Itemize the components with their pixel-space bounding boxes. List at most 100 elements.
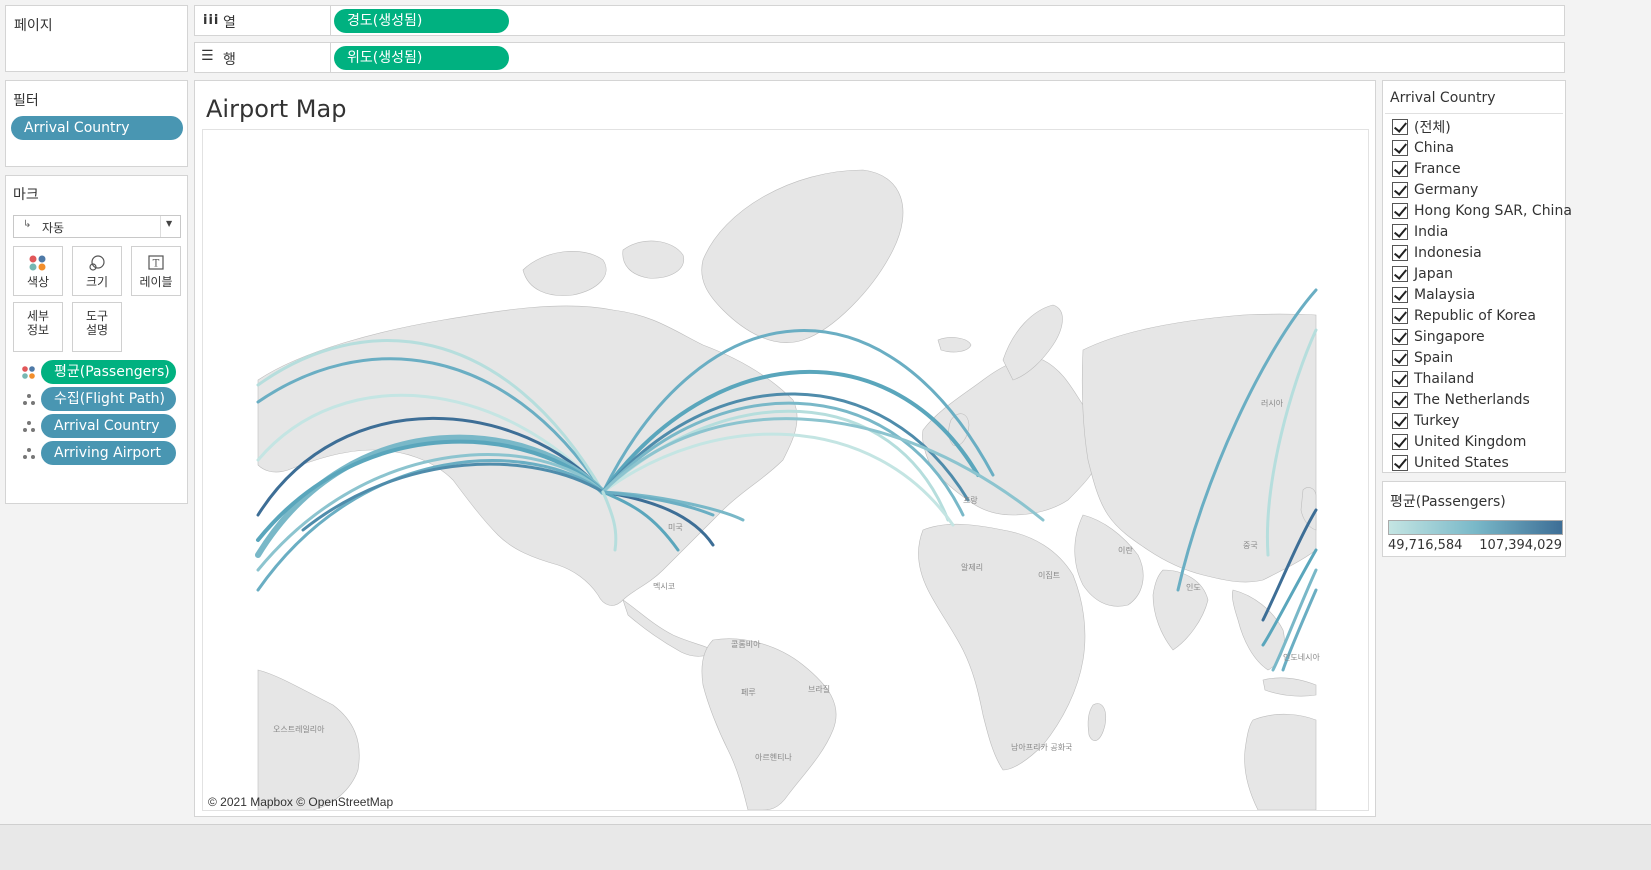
tooltip-button-label-1: 도구 [85, 309, 109, 323]
filter-option-hong-kong[interactable]: Hong Kong SAR, China [1392, 201, 1572, 221]
map-label-algeria: 알제리 [961, 562, 983, 572]
map-label-india: 인도 [1186, 582, 1201, 592]
map-label-russia: 러시아 [1261, 398, 1284, 408]
latitude-pill[interactable]: 위도(생성됨) [334, 46, 509, 70]
mark-field-arrival-country[interactable]: Arrival Country [41, 414, 176, 438]
checkbox[interactable] [1392, 161, 1408, 177]
map-label-iran: 이란 [1118, 545, 1133, 555]
map-label-argentina: 아르헨티나 [755, 752, 792, 762]
columns-divider [330, 6, 331, 35]
map-attribution[interactable]: © 2021 Mapbox © OpenStreetMap [208, 795, 393, 809]
filter-option-all[interactable]: (전체) [1392, 117, 1451, 137]
filter-option-indonesia[interactable]: Indonesia [1392, 243, 1482, 263]
color-button[interactable]: 색상 [13, 246, 63, 296]
checkbox[interactable] [1392, 371, 1408, 387]
mark-type-value: 자동 [42, 221, 65, 235]
map-label-france: 프랑 [963, 495, 978, 505]
checkbox[interactable] [1392, 182, 1408, 198]
detail-dots-icon [23, 421, 35, 432]
checkbox[interactable] [1392, 140, 1408, 156]
bottom-tab-strip [0, 824, 1651, 870]
checkbox[interactable] [1392, 329, 1408, 345]
detail-dots-icon [23, 394, 35, 405]
rows-shelf[interactable]: ☰ 행 위도(생성됨) [194, 42, 1565, 73]
map-label-peru: 페루 [741, 687, 756, 697]
color-dots-icon [29, 255, 46, 271]
map-label-mexico: 멕시코 [653, 581, 675, 591]
checkbox[interactable] [1392, 203, 1408, 219]
tooltip-button[interactable]: 도구 설명 [72, 302, 122, 352]
filter-option-singapore[interactable]: Singapore [1392, 327, 1485, 347]
label-button[interactable]: T 레이블 [131, 246, 181, 296]
map-label-indonesia: 인도네시아 [1283, 652, 1320, 662]
text-label-icon: T [148, 255, 164, 270]
color-legend-card: 평균(Passengers) 49,716,584 107,394,029 [1382, 481, 1566, 557]
filter-card-divider [1385, 113, 1563, 114]
map-label-egypt: 이집트 [1038, 570, 1060, 580]
color-legend-ramp[interactable] [1388, 520, 1563, 535]
checkbox[interactable] [1392, 413, 1408, 429]
world-map[interactable]: 러시아 중국 인도 이란 이집트 알제리 프랑 멕시코 미국 페루 브라질 콜롬… [203, 130, 1368, 810]
filters-title: 필터 [13, 93, 39, 109]
map-frame[interactable]: 러시아 중국 인도 이란 이집트 알제리 프랑 멕시코 미국 페루 브라질 콜롬… [202, 129, 1369, 811]
chevron-down-icon: ▼ [166, 219, 173, 228]
checkbox[interactable] [1392, 266, 1408, 282]
columns-label: 열 [223, 15, 236, 31]
filter-option-thailand[interactable]: Thailand [1392, 369, 1474, 389]
filter-option-turkey[interactable]: Turkey [1392, 411, 1460, 431]
rows-divider [330, 43, 331, 72]
map-label-brazil: 브라질 [808, 685, 830, 694]
filters-card[interactable]: 필터 Arrival Country [5, 80, 188, 167]
marks-card[interactable]: 마크 ↳ 자동 ▼ 색상 크기 T 레이블 세부 정보 도구 설명 평균(Pas… [5, 175, 188, 504]
mark-field-arriving-airport[interactable]: Arriving Airport [41, 441, 176, 465]
checkbox[interactable] [1392, 119, 1408, 135]
marks-title: 마크 [13, 187, 39, 203]
view-panel: Airport Map 러시아 중국 인도 이란 이집트 알제리 프랑 멕시코 … [194, 80, 1376, 817]
filter-option-united-kingdom[interactable]: United Kingdom [1392, 432, 1526, 452]
mark-type-dropdown[interactable]: ↳ 자동 ▼ [13, 215, 181, 238]
filter-option-japan[interactable]: Japan [1392, 264, 1453, 284]
tooltip-button-label-2: 설명 [85, 323, 109, 337]
color-legend-min: 49,716,584 [1388, 538, 1463, 553]
checkbox[interactable] [1392, 287, 1408, 303]
checkbox[interactable] [1392, 308, 1408, 324]
map-label-china: 중국 [1243, 541, 1258, 550]
filter-pill-arrival-country[interactable]: Arrival Country [11, 116, 183, 140]
mark-type-divider [160, 216, 161, 237]
filter-option-korea[interactable]: Republic of Korea [1392, 306, 1536, 326]
checkbox[interactable] [1392, 224, 1408, 240]
size-button-label: 크기 [85, 275, 109, 289]
filter-option-china[interactable]: China [1392, 138, 1454, 158]
color-dots-icon [22, 366, 35, 379]
rows-icon: ☰ [201, 48, 214, 64]
filter-option-netherlands[interactable]: The Netherlands [1392, 390, 1530, 410]
checkbox[interactable] [1392, 392, 1408, 408]
filter-option-united-states[interactable]: United States [1392, 453, 1509, 473]
filter-option-germany[interactable]: Germany [1392, 180, 1478, 200]
map-label-usa: 미국 [668, 523, 683, 532]
mark-field-flight-path[interactable]: 수집(Flight Path) [41, 387, 176, 411]
checkbox[interactable] [1392, 245, 1408, 261]
filter-card-title: Arrival Country [1390, 90, 1496, 106]
detail-button-label-1: 세부 [26, 309, 50, 323]
columns-shelf[interactable]: iii 열 경도(생성됨) [194, 5, 1565, 36]
longitude-pill[interactable]: 경도(생성됨) [334, 9, 509, 33]
view-title: Airport Map [206, 95, 347, 123]
detail-button[interactable]: 세부 정보 [13, 302, 63, 352]
size-icon [89, 255, 105, 271]
detail-button-label-2: 정보 [26, 323, 50, 337]
mark-field-passengers[interactable]: 평균(Passengers) [41, 360, 176, 384]
filter-option-france[interactable]: France [1392, 159, 1461, 179]
map-label-south-africa: 남아프리카 공화국 [1011, 742, 1072, 752]
svg-text:T: T [153, 259, 160, 270]
pages-shelf[interactable]: 페이지 [5, 5, 188, 72]
checkbox[interactable] [1392, 350, 1408, 366]
filter-option-malaysia[interactable]: Malaysia [1392, 285, 1475, 305]
filter-option-spain[interactable]: Spain [1392, 348, 1453, 368]
checkbox[interactable] [1392, 434, 1408, 450]
size-button[interactable]: 크기 [72, 246, 122, 296]
checkbox[interactable] [1392, 455, 1408, 471]
color-legend-title: 평균(Passengers) [1390, 494, 1506, 510]
rows-label: 행 [223, 52, 236, 68]
filter-option-india[interactable]: India [1392, 222, 1448, 242]
